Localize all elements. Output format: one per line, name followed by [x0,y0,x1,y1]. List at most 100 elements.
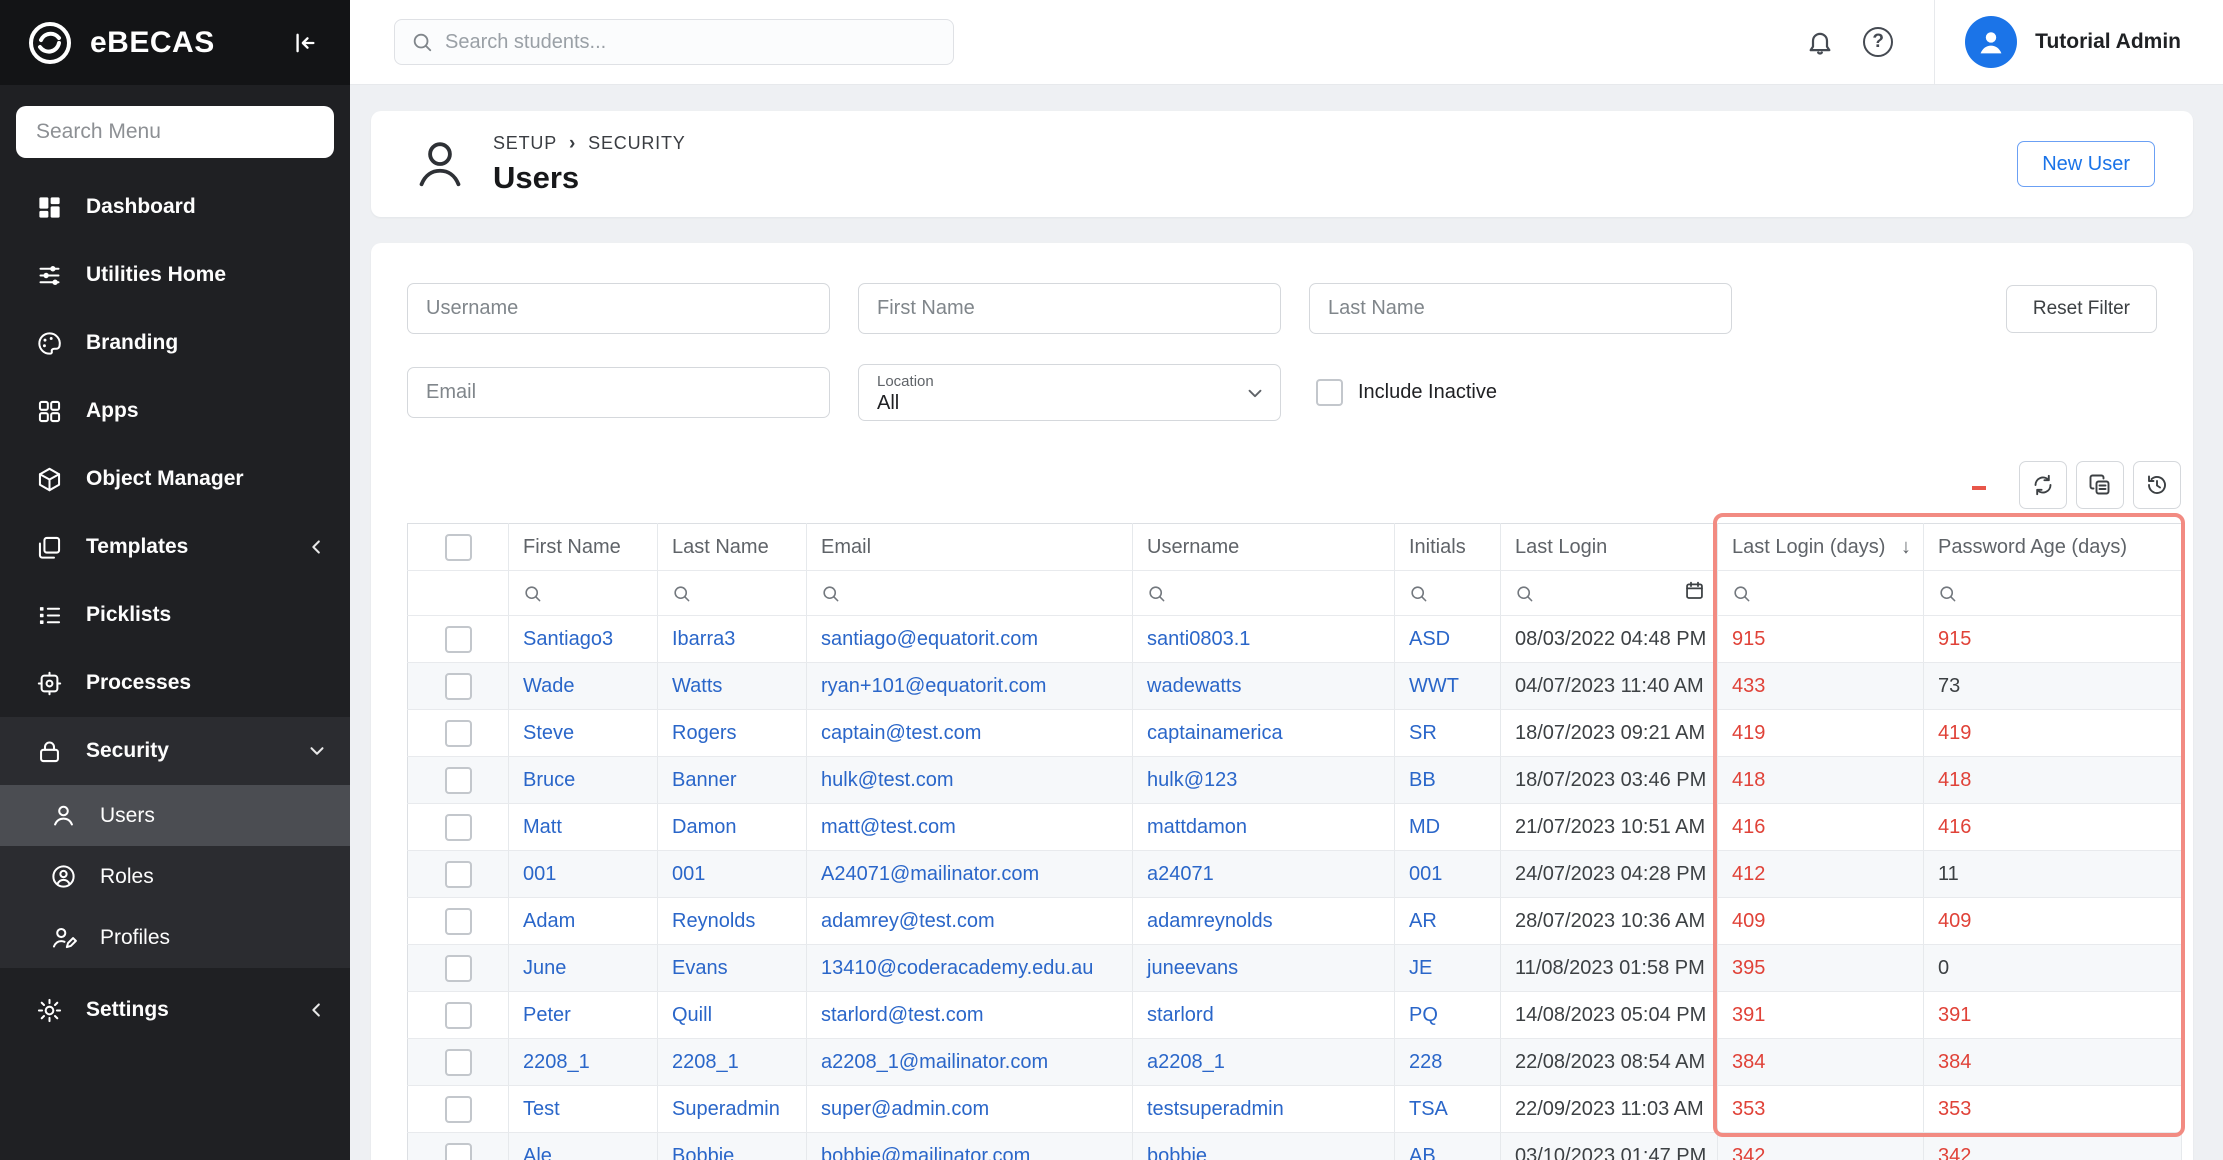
row-checkbox[interactable] [445,673,472,700]
select-all-checkbox[interactable] [445,534,472,561]
refresh-button[interactable] [2019,461,2067,509]
table-row[interactable]: Santiago3 Ibarra3 santiago@equatorit.com… [408,616,2182,663]
cell-email[interactable]: matt@test.com [807,804,1133,851]
filter-cell-last-login[interactable] [1501,571,1718,616]
cell-last-name[interactable]: 001 [658,851,807,898]
cell-username[interactable]: adamreynolds [1133,898,1395,945]
sidebar-item-utilities-home[interactable]: Utilities Home [0,241,350,309]
filter-cell-password-age-days[interactable] [1924,571,2182,616]
cell-first-name[interactable]: Adam [509,898,658,945]
cell-username[interactable]: testsuperadmin [1133,1086,1395,1133]
help-icon[interactable]: ? [1856,20,1900,64]
restore-layout-button[interactable] [2133,461,2181,509]
filter-username-input[interactable] [407,283,830,334]
cell-last-name[interactable]: Superadmin [658,1086,807,1133]
cell-email[interactable]: captain@test.com [807,710,1133,757]
table-row[interactable]: 001 001 A24071@mailinator.com a24071 001… [408,851,2182,898]
cell-username[interactable]: hulk@123 [1133,757,1395,804]
cell-last-name[interactable]: Watts [658,663,807,710]
cell-last-name[interactable]: Reynolds [658,898,807,945]
reset-filter-button[interactable]: Reset Filter [2006,285,2157,333]
row-checkbox[interactable] [445,1096,472,1123]
cell-initials[interactable]: BB [1395,757,1501,804]
cell-first-name[interactable]: Steve [509,710,658,757]
filter-first-name-input[interactable] [858,283,1281,334]
cell-last-name[interactable]: Ibarra3 [658,616,807,663]
sidebar-item-roles[interactable]: Roles [0,846,350,907]
sidebar-item-dashboard[interactable]: Dashboard [0,173,350,241]
sidebar-item-picklists[interactable]: Picklists [0,581,350,649]
filter-last-name-input[interactable] [1309,283,1732,334]
sidebar-item-apps[interactable]: Apps [0,377,350,445]
filter-cell-email[interactable] [807,571,1133,616]
cell-initials[interactable]: WWT [1395,663,1501,710]
cell-initials[interactable]: MD [1395,804,1501,851]
include-inactive-toggle[interactable]: Include Inactive [1316,379,1497,406]
cell-initials[interactable]: AR [1395,898,1501,945]
cell-initials[interactable]: JE [1395,945,1501,992]
notifications-bell-icon[interactable] [1798,20,1842,64]
cell-first-name[interactable]: Ale [509,1133,658,1160]
sidebar-search-input[interactable] [16,106,334,158]
row-checkbox[interactable] [445,955,472,982]
copy-grid-button[interactable] [2076,461,2124,509]
cell-email[interactable]: super@admin.com [807,1086,1133,1133]
row-checkbox[interactable] [445,767,472,794]
cell-email[interactable]: bobbie@mailinator.com [807,1133,1133,1160]
cell-username[interactable]: mattdamon [1133,804,1395,851]
cell-last-name[interactable]: Damon [658,804,807,851]
cell-username[interactable]: captainamerica [1133,710,1395,757]
row-checkbox[interactable] [445,720,472,747]
location-select[interactable]: Location All [858,364,1281,421]
cell-email[interactable]: ryan+101@equatorit.com [807,663,1133,710]
sidebar-item-branding[interactable]: Branding [0,309,350,377]
cell-email[interactable]: 13410@coderacademy.edu.au [807,945,1133,992]
cell-last-name[interactable]: Quill [658,992,807,1039]
cell-initials[interactable]: TSA [1395,1086,1501,1133]
sidebar-item-profiles[interactable]: Profiles [0,907,350,968]
column-header-initials[interactable]: Initials [1395,524,1501,571]
table-row[interactable]: Test Superadmin super@admin.com testsupe… [408,1086,2182,1133]
table-row[interactable]: 2208_1 2208_1 a2208_1@mailinator.com a22… [408,1039,2182,1086]
column-header-username[interactable]: Username [1133,524,1395,571]
filter-cell-first-name[interactable] [509,571,658,616]
cell-username[interactable]: wadewatts [1133,663,1395,710]
cell-username[interactable]: a24071 [1133,851,1395,898]
sidebar-item-templates[interactable]: Templates [0,513,350,581]
breadcrumb-security[interactable]: SECURITY [588,133,685,154]
cell-last-name[interactable]: Evans [658,945,807,992]
table-row[interactable]: Matt Damon matt@test.com mattdamon MD 21… [408,804,2182,851]
new-user-button[interactable]: New User [2017,141,2155,187]
filter-cell-last-name[interactable] [658,571,807,616]
calendar-icon[interactable] [1684,580,1705,607]
cell-email[interactable]: a2208_1@mailinator.com [807,1039,1133,1086]
cell-initials[interactable]: ASD [1395,616,1501,663]
user-avatar[interactable] [1965,16,2017,68]
filter-cell-last-login-days[interactable] [1718,571,1924,616]
table-row[interactable]: Steve Rogers captain@test.com captainame… [408,710,2182,757]
cell-first-name[interactable]: Santiago3 [509,616,658,663]
cell-last-name[interactable]: Bobbie [658,1133,807,1160]
sidebar-item-users[interactable]: Users [0,785,350,846]
sidebar-item-settings[interactable]: Settings [0,976,350,1044]
cell-username[interactable]: santi0803.1 [1133,616,1395,663]
cell-email[interactable]: santiago@equatorit.com [807,616,1133,663]
include-inactive-checkbox[interactable] [1316,379,1343,406]
filter-cell-username[interactable] [1133,571,1395,616]
column-header-last-login[interactable]: Last Login [1501,524,1718,571]
cell-first-name[interactable]: Wade [509,663,658,710]
column-header-first-name[interactable]: First Name [509,524,658,571]
cell-email[interactable]: hulk@test.com [807,757,1133,804]
table-row[interactable]: Adam Reynolds adamrey@test.com adamreyno… [408,898,2182,945]
cell-username[interactable]: starlord [1133,992,1395,1039]
column-header-last-login-days[interactable]: Last Login (days) ↓ [1718,524,1924,571]
cell-first-name[interactable]: Bruce [509,757,658,804]
cell-initials[interactable]: PQ [1395,992,1501,1039]
row-checkbox[interactable] [445,1049,472,1076]
cell-email[interactable]: adamrey@test.com [807,898,1133,945]
row-checkbox[interactable] [445,626,472,653]
table-row[interactable]: Bruce Banner hulk@test.com hulk@123 BB 1… [408,757,2182,804]
cell-initials[interactable]: 228 [1395,1039,1501,1086]
sidebar-item-security[interactable]: Security [0,717,350,785]
table-row[interactable]: June Evans 13410@coderacademy.edu.au jun… [408,945,2182,992]
